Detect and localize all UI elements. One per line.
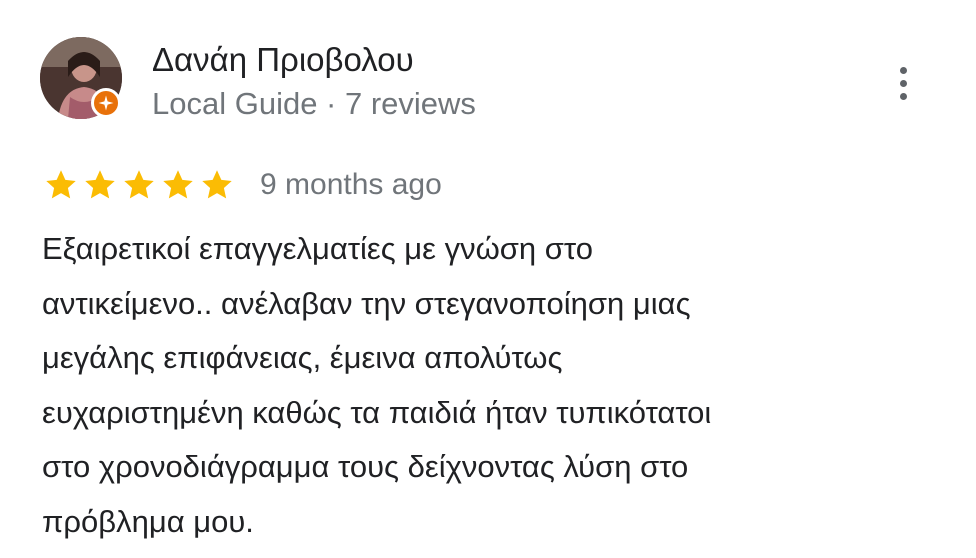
more-vert-icon-dot bbox=[899, 79, 907, 87]
star-icon bbox=[124, 170, 154, 199]
local-guide-badge-icon bbox=[91, 88, 121, 118]
star-rating bbox=[42, 167, 236, 203]
star-icon bbox=[46, 170, 76, 199]
review-text-line: αντικείμενο.. ανέλαβαν την στεγανοποίηση… bbox=[42, 285, 691, 321]
review-text: Εξαιρετικοί επαγγελματίες με γνώση στο αν… bbox=[42, 222, 942, 549]
review-text-line: Εξαιρετικοί επαγγελματίες με γνώση στο bbox=[42, 231, 593, 266]
star-icon bbox=[202, 170, 232, 199]
rating-row: 9 months ago bbox=[42, 165, 442, 205]
review-text-line: πρόβλημα μου. bbox=[42, 503, 254, 539]
review-text-line: ευχαριστημένη καθώς τα παιδιά ήταν τυπικ… bbox=[42, 394, 712, 430]
more-vert-icon-dot bbox=[899, 92, 907, 100]
review-text-line: μεγάλης επιφάνειας, έμεινα απολύτως bbox=[42, 340, 563, 375]
review-card: Δανάη Πριοβολου Local Guide · 7 reviews … bbox=[0, 0, 976, 558]
star-icon bbox=[163, 170, 193, 199]
review-text-line: στο χρονοδιάγραμμα τους δείχνοντας λύση … bbox=[42, 449, 689, 484]
reviewer-name[interactable]: Δανάη Πριοβολου bbox=[152, 40, 414, 80]
review-date: 9 months ago bbox=[260, 168, 442, 201]
more-vert-icon bbox=[899, 66, 907, 74]
reviewer-meta: Local Guide · 7 reviews bbox=[152, 86, 476, 121]
more-options-button[interactable] bbox=[884, 60, 922, 106]
star-icon bbox=[85, 170, 115, 199]
